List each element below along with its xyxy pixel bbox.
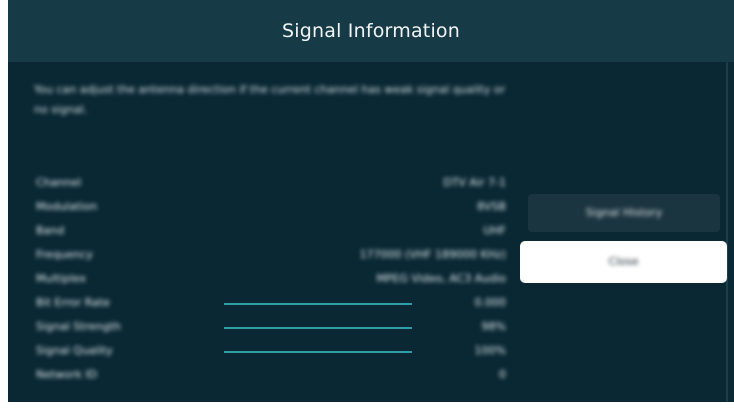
info-value: 0.000 xyxy=(474,296,507,309)
bottom-edge xyxy=(8,402,734,414)
close-label: Close xyxy=(608,255,639,268)
info-row: Frequency 177000 (VHF 189000 KHz) xyxy=(36,244,506,268)
info-value: 8VSB xyxy=(476,200,506,213)
info-value: MPEG Video, AC3 Audio xyxy=(376,272,506,285)
info-row: Signal Quality 100% xyxy=(36,340,506,364)
info-value: DTV Air 7-1 xyxy=(443,176,506,189)
info-row: Channel DTV Air 7-1 xyxy=(36,172,506,196)
info-row: Network ID 0 xyxy=(36,364,506,388)
info-label: Signal Quality xyxy=(36,344,113,357)
info-value: 100% xyxy=(474,344,506,357)
signal-meter xyxy=(224,327,412,329)
signal-info-list: Channel DTV Air 7-1 Modulation 8VSB Band UHF F… xyxy=(36,172,506,388)
page-title: Signal Information xyxy=(282,20,460,42)
close-button[interactable]: Close xyxy=(520,241,727,283)
info-label: Channel xyxy=(36,176,82,189)
info-row: Multiplex MPEG Video, AC3 Audio xyxy=(36,268,506,292)
tv-screen: Signal Information You can adjust the an… xyxy=(8,0,734,414)
info-label: Frequency xyxy=(36,248,93,261)
info-value: 177000 (VHF 189000 KHz) xyxy=(359,248,506,261)
info-value: 98% xyxy=(481,320,506,333)
info-row: Band UHF xyxy=(36,220,506,244)
info-row: Signal Strength 98% xyxy=(36,316,506,340)
info-label: Signal Strength xyxy=(36,320,121,333)
info-label: Network ID xyxy=(36,368,98,381)
signal-meter xyxy=(224,303,412,305)
info-label: Modulation xyxy=(36,200,98,213)
description-text: You can adjust the antenna direction if … xyxy=(34,83,506,116)
signal-meter-fill xyxy=(224,327,412,329)
signal-meter-fill xyxy=(224,303,412,305)
info-row: Bit Error Rate 0.000 xyxy=(36,292,506,316)
signal-history-button[interactable]: Signal History xyxy=(528,194,720,232)
signal-meter xyxy=(224,351,412,353)
info-label: Bit Error Rate xyxy=(36,296,110,309)
signal-meter-fill xyxy=(224,351,412,353)
info-label: Multiplex xyxy=(36,272,87,285)
info-label: Band xyxy=(36,224,65,237)
info-value: 0 xyxy=(499,368,506,381)
info-row: Modulation 8VSB xyxy=(36,196,506,220)
signal-history-label: Signal History xyxy=(585,206,663,219)
title-bar: Signal Information xyxy=(8,0,734,62)
info-value: UHF xyxy=(483,224,506,237)
